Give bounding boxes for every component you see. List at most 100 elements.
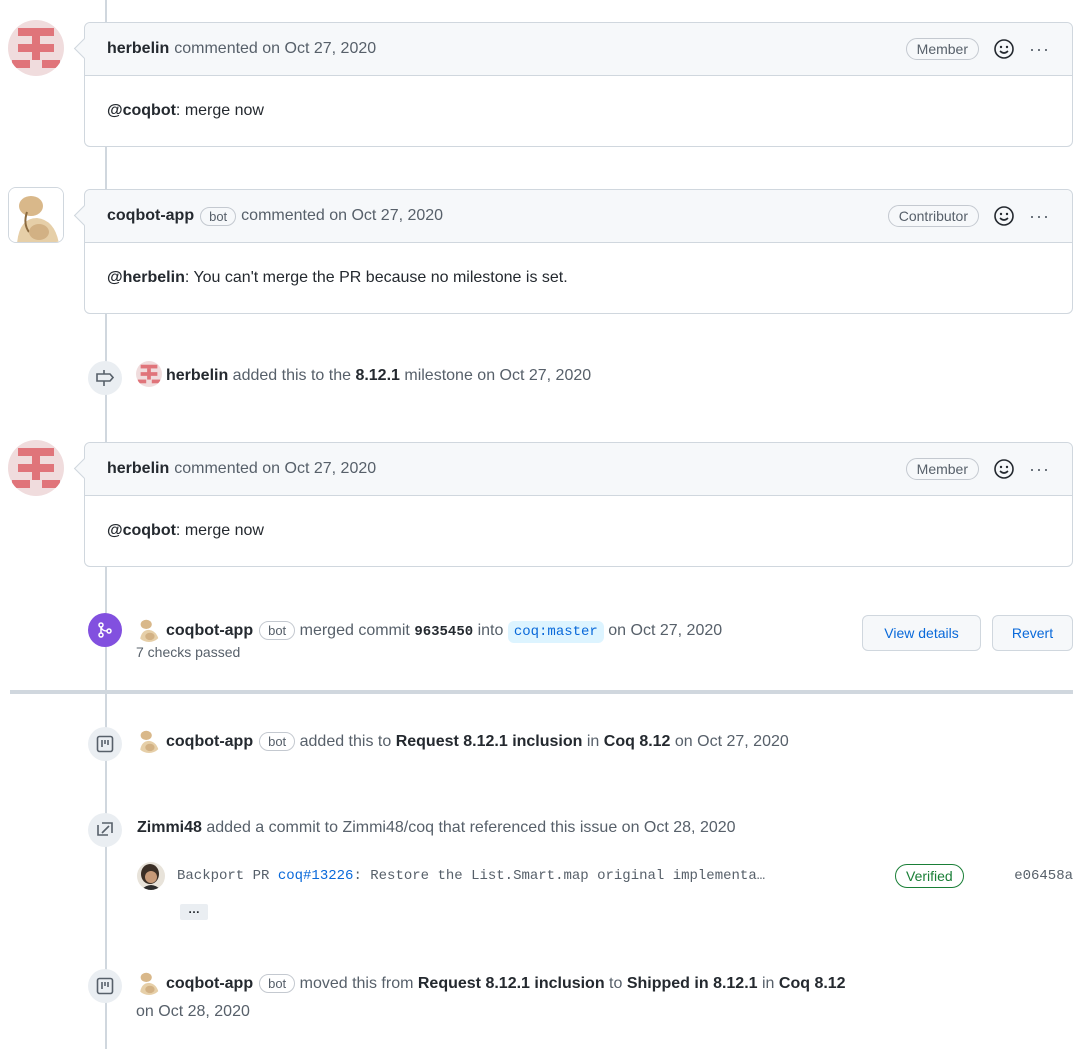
project-link[interactable]: Coq 8.12 bbox=[604, 733, 671, 750]
event-date[interactable]: on Oct 28, 2020 bbox=[136, 997, 846, 1027]
project-event: coqbot-app bot added this to Request 8.12… bbox=[88, 726, 789, 761]
comment-body: @coqbot: merge now bbox=[85, 76, 1072, 146]
mini-avatar[interactable] bbox=[136, 615, 162, 642]
role-badge: Member bbox=[905, 38, 980, 60]
event-text-part: added a commit to Zimmi48/coq that refer… bbox=[201, 819, 736, 836]
herbelin-avatar-icon bbox=[8, 20, 64, 76]
verified-badge[interactable]: Verified bbox=[895, 864, 964, 888]
event-text-part: merged commit bbox=[295, 622, 415, 639]
event-badge bbox=[88, 727, 122, 761]
comment: herbelin commented on Oct 27, 2020 Membe… bbox=[84, 442, 1073, 567]
role-badge: Contributor bbox=[887, 205, 980, 227]
event-text-part: added this to the bbox=[228, 367, 356, 384]
comment-body: @coqbot: merge now bbox=[85, 496, 1072, 566]
more-options-icon[interactable]: ··· bbox=[1029, 459, 1050, 480]
bot-badge: bot bbox=[259, 621, 296, 640]
event-text-part: to bbox=[604, 975, 627, 992]
coqbot-avatar-icon bbox=[136, 615, 162, 642]
expand-commit-button[interactable]: … bbox=[180, 903, 208, 920]
event-text-part: in bbox=[757, 975, 779, 992]
more-options-icon[interactable]: ··· bbox=[1029, 206, 1050, 227]
event-badge bbox=[88, 969, 122, 1003]
coqbot-avatar-icon bbox=[136, 968, 162, 995]
event-text-part: milestone on Oct 27, 2020 bbox=[399, 367, 592, 384]
comment-author[interactable]: herbelin bbox=[107, 40, 169, 58]
comment: herbelin commented on Oct 27, 2020 Membe… bbox=[84, 22, 1073, 147]
event-actor[interactable]: Zimmi48 bbox=[137, 819, 202, 836]
event-badge bbox=[88, 613, 122, 647]
more-options-icon[interactable]: ··· bbox=[1029, 39, 1050, 60]
comment-text: : merge now bbox=[175, 102, 264, 119]
project-column-link[interactable]: Shipped in 8.12.1 bbox=[627, 975, 758, 992]
mention-link[interactable]: @coqbot bbox=[107, 522, 176, 540]
comment-body: @herbelin: You can't merge the PR becaus… bbox=[85, 243, 1072, 313]
pr-link[interactable]: coq#13226 bbox=[278, 868, 354, 884]
event-badge bbox=[88, 361, 122, 395]
reaction-smiley-icon[interactable] bbox=[993, 205, 1015, 227]
herbelin-avatar-icon bbox=[136, 360, 162, 387]
event-actor[interactable]: coqbot-app bbox=[166, 622, 253, 639]
comment-meta[interactable]: commented on Oct 27, 2020 bbox=[174, 40, 376, 58]
commit-sha-link[interactable]: e06458a bbox=[1014, 868, 1073, 884]
merge-event: coqbot-app bot merged commit 9635450 into… bbox=[88, 613, 722, 660]
project-icon bbox=[96, 977, 114, 995]
event-text-part: added this to bbox=[295, 733, 396, 750]
branch-label[interactable]: coq:master bbox=[507, 621, 604, 643]
mini-avatar[interactable] bbox=[137, 862, 165, 890]
bot-badge: bot bbox=[259, 974, 296, 993]
avatar[interactable] bbox=[8, 20, 64, 76]
commit-message-part: : Restore the List.Smart.map original im… bbox=[353, 868, 766, 884]
comment-text: : merge now bbox=[175, 522, 264, 539]
event-text: Zimmi48 added a commit to Zimmi48/coq th… bbox=[137, 813, 736, 843]
milestone-link[interactable]: 8.12.1 bbox=[355, 367, 399, 384]
reaction-smiley-icon[interactable] bbox=[993, 38, 1015, 60]
project-link[interactable]: Coq 8.12 bbox=[779, 975, 846, 992]
comment-author[interactable]: coqbot-app bbox=[107, 207, 194, 225]
view-details-button[interactable]: View details bbox=[862, 615, 981, 651]
comment-text: : You can't merge the PR because no mile… bbox=[184, 269, 568, 286]
event-text-part: into bbox=[473, 622, 508, 639]
event-text: coqbot-app bot added this to Request 8.12… bbox=[136, 726, 789, 757]
comment-meta[interactable]: commented on Oct 27, 2020 bbox=[241, 207, 443, 225]
event-text-part: on Oct 27, 2020 bbox=[603, 622, 723, 639]
role-badge: Member bbox=[905, 458, 980, 480]
project-icon bbox=[96, 735, 114, 753]
comment-author[interactable]: herbelin bbox=[107, 460, 169, 478]
comment-header: herbelin commented on Oct 27, 2020 Membe… bbox=[85, 443, 1072, 496]
event-text-part: on Oct 27, 2020 bbox=[670, 733, 789, 750]
revert-button[interactable]: Revert bbox=[992, 615, 1073, 651]
merge-event-content: coqbot-app bot merged commit 9635450 into… bbox=[136, 613, 722, 660]
coqbot-avatar-icon bbox=[9, 188, 63, 242]
bot-badge: bot bbox=[200, 206, 237, 226]
event-badge bbox=[88, 813, 122, 847]
mini-avatar[interactable] bbox=[136, 968, 162, 995]
referenced-commit: Backport PR coq#13226: Restore the List.… bbox=[137, 862, 1073, 890]
timeline-line bbox=[105, 146, 107, 190]
event-text-part: moved this from bbox=[295, 975, 418, 992]
comment-meta[interactable]: commented on Oct 27, 2020 bbox=[174, 460, 376, 478]
zimmi48-avatar-icon bbox=[137, 862, 165, 890]
mini-avatar[interactable] bbox=[136, 726, 162, 753]
herbelin-avatar-icon bbox=[8, 440, 64, 496]
bot-badge: bot bbox=[259, 732, 296, 751]
mini-avatar[interactable] bbox=[136, 360, 162, 387]
comment-header: coqbot-app bot commented on Oct 27, 2020… bbox=[85, 190, 1072, 243]
commit-message-part: Backport PR bbox=[177, 868, 278, 884]
milestone-event: herbelin added this to the 8.12.1 milest… bbox=[88, 360, 592, 395]
avatar[interactable] bbox=[8, 187, 64, 243]
cross-reference-icon bbox=[97, 822, 113, 836]
avatar[interactable] bbox=[8, 440, 64, 496]
project-column-link[interactable]: Request 8.12.1 inclusion bbox=[396, 733, 583, 750]
event-actor[interactable]: coqbot-app bbox=[166, 733, 253, 750]
event-actor[interactable]: herbelin bbox=[166, 367, 228, 384]
commit-sha-link[interactable]: 9635450 bbox=[414, 624, 473, 640]
comment: coqbot-app bot commented on Oct 27, 2020… bbox=[84, 189, 1073, 314]
coqbot-avatar-icon bbox=[136, 726, 162, 753]
mention-link[interactable]: @coqbot bbox=[107, 102, 176, 120]
project-column-link[interactable]: Request 8.12.1 inclusion bbox=[418, 975, 605, 992]
reaction-smiley-icon[interactable] bbox=[993, 458, 1015, 480]
event-actor[interactable]: coqbot-app bbox=[166, 975, 253, 992]
commit-message[interactable]: Backport PR coq#13226: Restore the List.… bbox=[177, 868, 765, 884]
mention-link[interactable]: @herbelin bbox=[107, 269, 185, 287]
timeline-line bbox=[105, 0, 107, 22]
